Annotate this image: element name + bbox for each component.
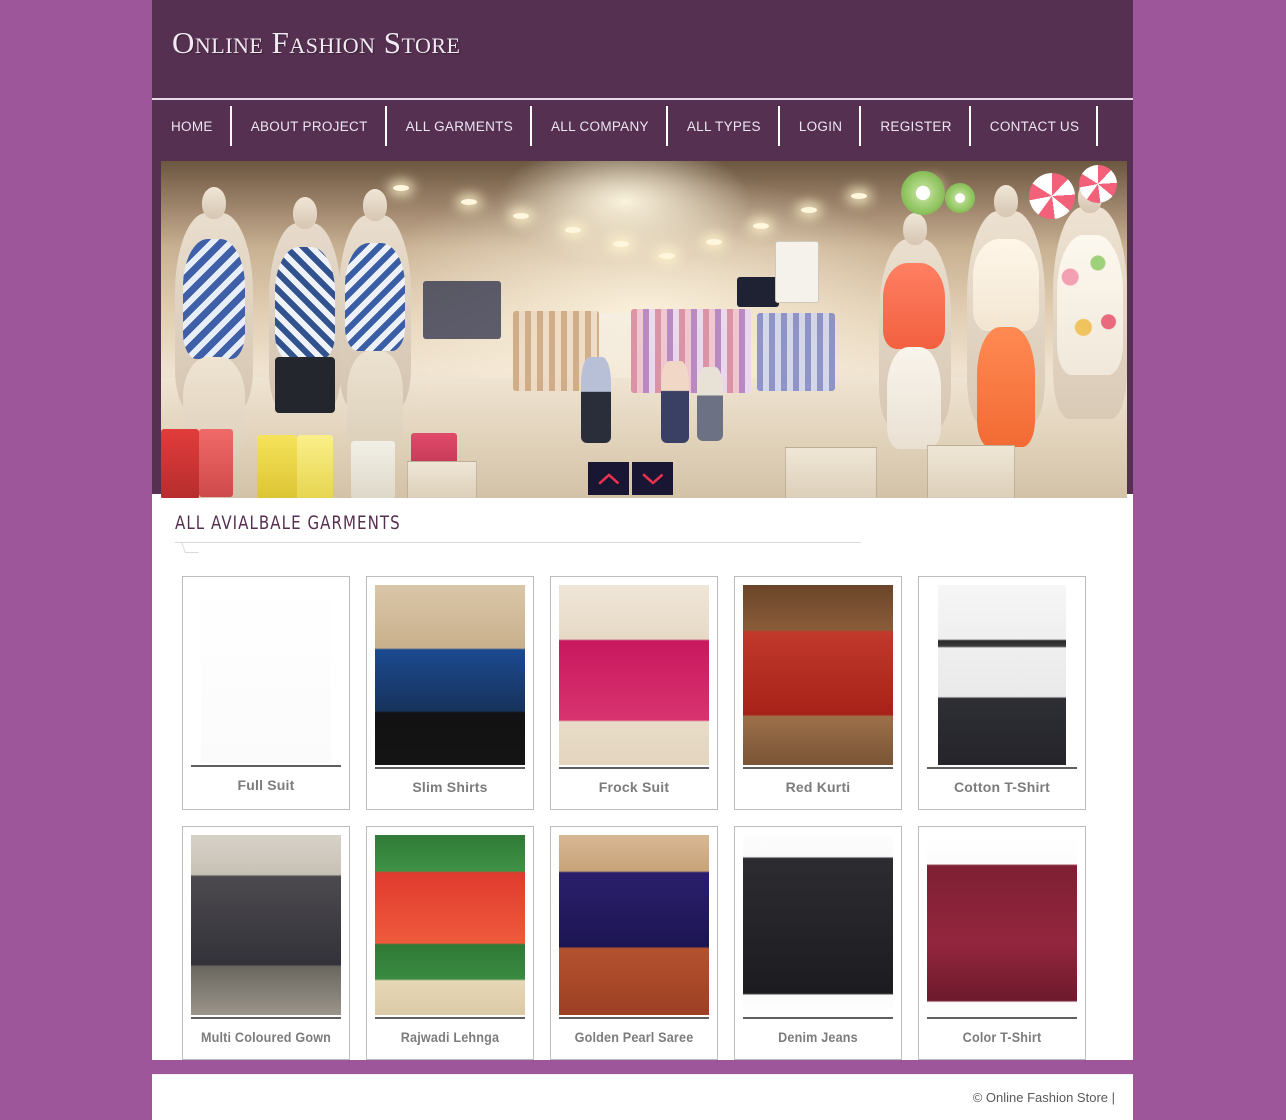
product-image[interactable]	[927, 835, 1077, 1015]
product-artwork	[938, 585, 1066, 765]
product-card[interactable]: Full Suit	[182, 576, 350, 810]
product-artwork	[191, 835, 341, 1015]
product-artwork	[375, 585, 525, 765]
product-image[interactable]	[743, 585, 893, 765]
product-image-wrapper	[191, 835, 341, 1015]
carousel-controls	[588, 462, 673, 495]
product-image-wrapper	[191, 585, 341, 763]
product-image[interactable]	[191, 835, 341, 1015]
nav-item-all-garments[interactable]: ALL GARMENTS	[387, 100, 533, 152]
nav-item-label: REGISTER	[880, 118, 952, 134]
product-card[interactable]: Frock Suit	[550, 576, 718, 810]
chevron-up-icon	[598, 473, 620, 485]
product-image[interactable]	[375, 585, 525, 765]
nav-item-label: HOME	[171, 118, 213, 134]
carousel-prev-button[interactable]	[588, 462, 629, 495]
product-image-wrapper	[375, 585, 525, 765]
product-image[interactable]	[375, 835, 525, 1015]
product-artwork	[559, 835, 709, 1015]
product-card[interactable]: Multi Coloured Gown	[182, 826, 350, 1060]
product-card[interactable]: Slim Shirts	[366, 576, 534, 810]
product-card[interactable]: Cotton T-Shirt	[918, 576, 1086, 810]
product-name: Slim Shirts	[412, 779, 488, 795]
site-footer: © Online Fashion Store |	[152, 1074, 1133, 1120]
nav-item-label: ALL TYPES	[686, 118, 761, 134]
nav-item-label: ALL COMPANY	[551, 118, 649, 134]
product-image[interactable]	[559, 585, 709, 765]
section-divider-notch	[180, 542, 200, 553]
site-title: Online Fashion Store	[172, 25, 461, 60]
product-card[interactable]: Color T-Shirt	[918, 826, 1086, 1060]
product-image[interactable]	[743, 835, 893, 1015]
carousel-image	[161, 161, 1127, 498]
nav-item-home[interactable]: HOME	[152, 100, 232, 152]
section-header: ALL AVIALBALE GARMENTS	[175, 512, 861, 554]
carousel-next-button[interactable]	[632, 462, 673, 495]
product-name: Full Suit	[237, 777, 295, 793]
product-name: Frock Suit	[598, 779, 670, 795]
product-image-wrapper	[927, 835, 1077, 1015]
product-name: Multi Coloured Gown	[200, 1029, 332, 1045]
nav-item-login[interactable]: LOGIN	[780, 100, 862, 152]
site-header: Online Fashion Store	[152, 0, 1133, 98]
product-image[interactable]	[201, 585, 331, 763]
product-image-wrapper	[927, 585, 1077, 765]
product-name: Red Kurti	[785, 779, 851, 795]
nav-item-label: LOGIN	[798, 118, 843, 134]
nav-item-label: CONTACT US	[989, 118, 1080, 134]
product-artwork	[743, 835, 893, 1015]
chevron-down-icon	[642, 473, 664, 485]
product-artwork	[375, 835, 525, 1015]
hero-carousel	[152, 152, 1133, 498]
product-name: Rajwadi Lehnga	[400, 1029, 500, 1045]
product-name: Golden Pearl Saree	[574, 1029, 694, 1045]
product-name: Color T-Shirt	[962, 1029, 1042, 1045]
product-artwork	[743, 585, 893, 765]
nav-item-label: ALL GARMENTS	[405, 118, 513, 134]
product-image-wrapper	[559, 835, 709, 1015]
product-image-wrapper	[559, 585, 709, 765]
product-image-wrapper	[375, 835, 525, 1015]
nav-item-label: ABOUT PROJECT	[250, 118, 368, 134]
product-card[interactable]: Golden Pearl Saree	[550, 826, 718, 1060]
product-image-wrapper	[743, 585, 893, 765]
nav-item-contact-us[interactable]: CONTACT US	[971, 100, 1099, 152]
product-card[interactable]: Red Kurti	[734, 576, 902, 810]
copyright-text: © Online Fashion Store |	[972, 1090, 1115, 1105]
nav-item-about-project[interactable]: ABOUT PROJECT	[232, 100, 387, 152]
nav-item-register[interactable]: REGISTER	[861, 100, 972, 152]
section-title: ALL AVIALBALE GARMENTS	[175, 512, 401, 534]
product-artwork	[927, 835, 1077, 1015]
product-card[interactable]: Rajwadi Lehnga	[366, 826, 534, 1060]
section-divider	[175, 542, 861, 554]
product-name: Denim Jeans	[778, 1029, 858, 1045]
product-image[interactable]	[559, 835, 709, 1015]
product-card[interactable]: Denim Jeans	[734, 826, 902, 1060]
product-grid: Full Suit Slim Shirts Frock Suit Red Kurti C…	[182, 576, 1111, 1060]
product-artwork	[201, 585, 331, 763]
product-image-wrapper	[743, 835, 893, 1015]
product-artwork	[559, 585, 709, 765]
page-container: Online Fashion Store HOME ABOUT PROJECT AL…	[152, 0, 1133, 1120]
nav-item-all-types[interactable]: ALL TYPES	[668, 100, 780, 152]
product-image[interactable]	[938, 585, 1066, 765]
product-name: Cotton T-Shirt	[953, 779, 1051, 795]
main-content: ALL AVIALBALE GARMENTS Full Suit Slim Shi…	[152, 494, 1133, 1060]
main-navigation: HOME ABOUT PROJECT ALL GARMENTS ALL COMPANY…	[152, 98, 1133, 152]
nav-item-all-company[interactable]: ALL COMPANY	[532, 100, 668, 152]
